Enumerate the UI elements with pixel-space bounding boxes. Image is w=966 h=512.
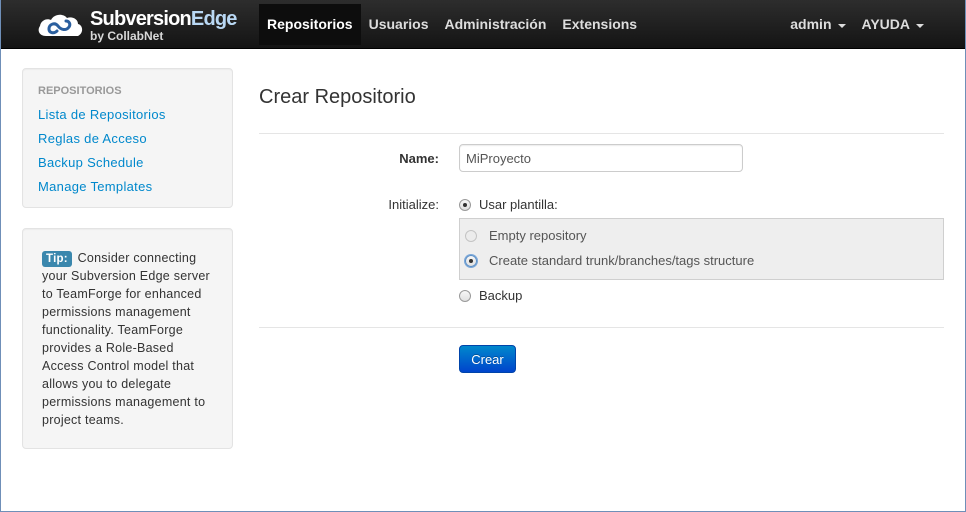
backup-label: Backup	[479, 288, 523, 303]
backup-option[interactable]: Backup	[459, 288, 522, 303]
caret-down-icon	[916, 23, 924, 28]
brand-name: SubversionEdge	[90, 7, 237, 30]
empty-repository-radio[interactable]	[465, 229, 477, 242]
page-title: Crear Repositorio	[259, 86, 416, 108]
name-label: Name:	[399, 151, 439, 166]
empty-repository-label: Empty repository	[489, 228, 587, 243]
sidebar-nav: REPOSITORIOS Lista de Repositorios Regla…	[22, 68, 233, 208]
form-divider-bottom	[259, 327, 944, 328]
sidebar-link-access-rules[interactable]: Reglas de Acceso	[38, 127, 232, 151]
nav-repositorios[interactable]: Repositorios	[259, 4, 361, 45]
top-navbar: SubversionEdge by CollabNet Repositorios…	[0, 0, 966, 49]
user-menu[interactable]: admin	[782, 4, 853, 45]
repository-name-input[interactable]	[459, 144, 743, 172]
use-template-label: Usar plantilla:	[479, 197, 558, 212]
empty-repository-option[interactable]: Empty repository	[465, 228, 587, 243]
tip-badge: Tip:	[42, 251, 72, 267]
help-menu[interactable]: AYUDA	[854, 4, 933, 45]
brand-logo[interactable]: SubversionEdge by CollabNet	[36, 7, 246, 43]
brand-subtitle: by CollabNet	[90, 28, 164, 43]
sidebar-link-backup-schedule[interactable]: Backup Schedule	[38, 151, 232, 175]
standard-structure-label: Create standard trunk/branches/tags stru…	[489, 253, 755, 268]
use-template-radio[interactable]	[459, 198, 471, 211]
main-nav: Repositorios Usuarios Administración Ext…	[259, 4, 645, 45]
initialize-label: Initialize:	[388, 197, 439, 212]
standard-structure-option[interactable]: Create standard trunk/branches/tags stru…	[465, 253, 754, 268]
nav-usuarios[interactable]: Usuarios	[361, 4, 437, 45]
create-button[interactable]: Crear	[459, 345, 516, 373]
sidebar-header: REPOSITORIOS	[38, 85, 122, 97]
user-menu-label: admin	[790, 16, 832, 32]
nav-extensions[interactable]: Extensions	[554, 4, 645, 45]
tip-text: Consider connecting your Subversion Edge…	[42, 251, 210, 427]
sidebar-link-repository-list[interactable]: Lista de Repositorios	[38, 103, 232, 127]
nav-administracion[interactable]: Administración	[437, 4, 555, 45]
tip-box: Tip: Consider connecting your Subversion…	[22, 228, 233, 449]
standard-structure-radio[interactable]	[465, 254, 477, 267]
user-nav: admin AYUDA	[782, 4, 932, 45]
use-template-option[interactable]: Usar plantilla:	[459, 197, 558, 212]
help-menu-label: AYUDA	[861, 16, 911, 32]
backup-radio[interactable]	[459, 289, 471, 302]
form-divider-top	[259, 133, 944, 134]
cloud-logo-icon	[38, 14, 83, 36]
sidebar-link-manage-templates[interactable]: Manage Templates	[38, 175, 232, 199]
caret-down-icon	[837, 23, 846, 28]
